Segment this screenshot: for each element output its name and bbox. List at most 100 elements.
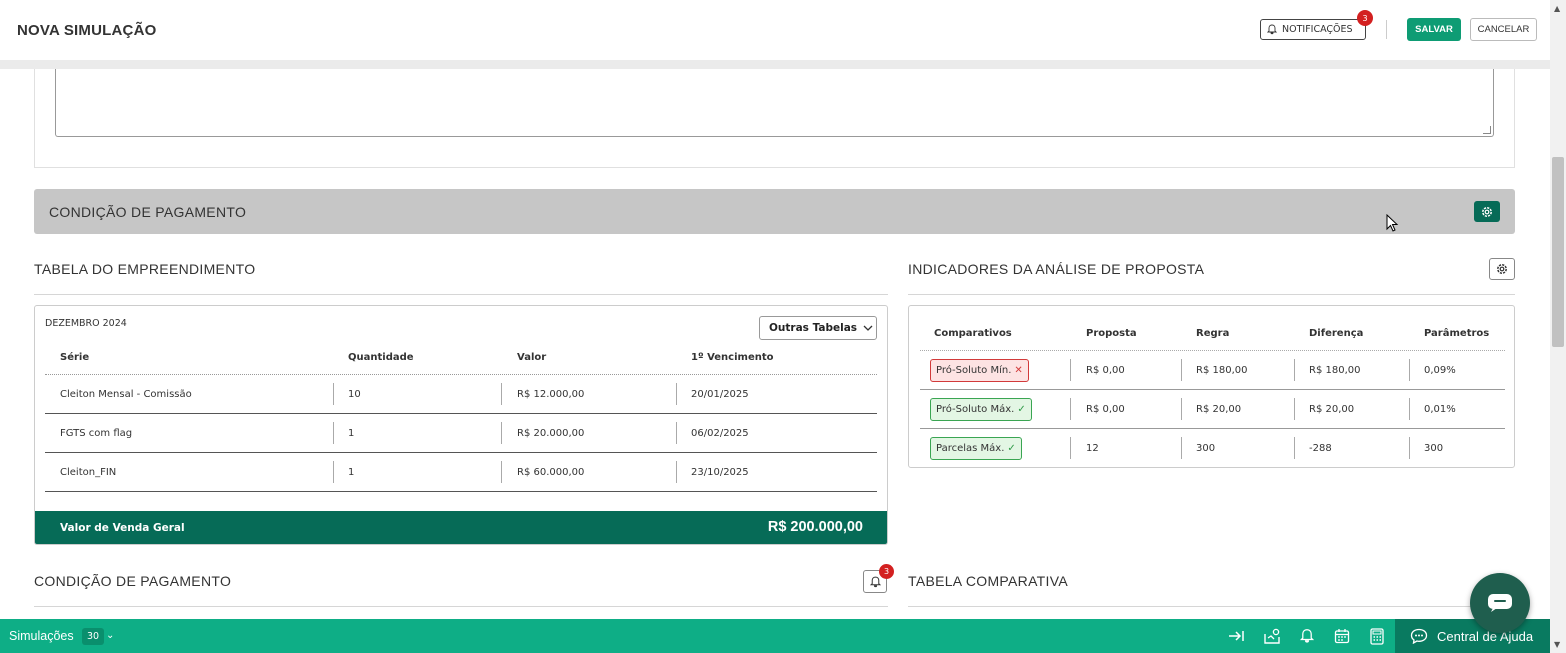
cell-quantidade: 1 [348, 428, 355, 439]
status-badge: Parcelas Máx. ✓ [930, 437, 1022, 460]
chat-button[interactable] [1470, 573, 1530, 633]
other-tables-dropdown[interactable]: Outras Tabelas [759, 316, 877, 340]
table-row[interactable]: Cleiton Mensal - Comissão 10 R$ 12.000,0… [45, 375, 877, 414]
column-header-diferenca: Diferença [1309, 328, 1364, 339]
payment-condition-section-title: CONDIÇÃO DE PAGAMENTO [34, 573, 232, 589]
cell-serie: FGTS com flag [60, 428, 133, 439]
cell-valor: R$ 20.000,00 [517, 428, 585, 439]
cell-regra: R$ 20,00 [1196, 404, 1242, 415]
payment-condition-title: CONDIÇÃO DE PAGAMENTO [49, 203, 247, 220]
cell-vencimento: 20/01/2025 [691, 389, 749, 400]
cell-separator [1409, 398, 1410, 420]
gear-icon [1482, 206, 1492, 217]
cell-diferenca: -288 [1309, 443, 1332, 454]
cell-separator [1294, 437, 1295, 459]
bottom-toolbar: Simulações 30 ⌄ Central de Ajuda [0, 619, 1550, 653]
cell-separator [1294, 359, 1295, 381]
cell-proposta: 12 [1086, 443, 1099, 454]
resize-handle-icon[interactable] [1483, 126, 1491, 134]
cell-regra: 300 [1196, 443, 1216, 454]
arrow-to-right-icon[interactable] [1228, 627, 1246, 645]
column-header-vencimento: 1º Vencimento [691, 352, 774, 363]
status-badge: Pró-Soluto Mín. ✕ [930, 359, 1029, 382]
gear-icon [1497, 264, 1507, 274]
column-header-proposta: Proposta [1086, 328, 1137, 339]
payment-alerts-badge: 3 [879, 564, 894, 579]
cell-separator [501, 383, 502, 405]
section-divider [908, 606, 1515, 607]
indicators-settings-button[interactable] [1489, 258, 1515, 280]
status-badge: Pró-Soluto Máx. ✓ [930, 398, 1032, 421]
column-header-parametros: Parâmetros [1424, 328, 1490, 339]
cell-diferenca: R$ 20,00 [1309, 404, 1355, 415]
indicator-label: Pró-Soluto Máx. [936, 404, 1015, 415]
cell-separator [1070, 437, 1071, 459]
other-tables-label: Outras Tabelas [769, 322, 858, 334]
cell-valor: R$ 12.000,00 [517, 389, 585, 400]
cell-separator [1181, 437, 1182, 459]
cell-separator [1070, 398, 1071, 420]
cell-separator [1181, 359, 1182, 381]
save-button[interactable]: SALVAR [1407, 18, 1461, 41]
payment-settings-button[interactable] [1474, 201, 1500, 222]
scroll-down-arrow-icon[interactable]: ▼ [1554, 640, 1560, 649]
bell-icon [869, 576, 881, 587]
indicator-label: Parcelas Máx. [936, 443, 1005, 454]
column-header-quantidade: Quantidade [348, 352, 414, 363]
indicator-row: Pró-Soluto Máx. ✓ R$ 0,00 R$ 20,00 R$ 20… [920, 390, 1505, 429]
comparison-table-title: TABELA COMPARATIVA [908, 573, 1068, 589]
table-month: DEZEMBRO 2024 [45, 318, 127, 329]
bell-icon [1267, 24, 1277, 35]
notifications-button[interactable]: NOTIFICAÇÕES 3 [1260, 10, 1373, 40]
cell-separator [1409, 359, 1410, 381]
cell-vencimento: 06/02/2025 [691, 428, 749, 439]
cell-separator [1181, 398, 1182, 420]
cell-separator [501, 461, 502, 483]
simulations-label[interactable]: Simulações [9, 629, 74, 643]
check-icon: ✓ [1007, 443, 1016, 454]
scroll-up-arrow-icon[interactable]: ▲ [1554, 4, 1560, 13]
chevron-down-icon[interactable]: ⌄ [106, 630, 114, 641]
cell-vencimento: 23/10/2025 [691, 467, 749, 478]
table-row[interactable]: FGTS com flag 1 R$ 20.000,00 06/02/2025 [45, 414, 877, 453]
cell-proposta: R$ 0,00 [1086, 365, 1125, 376]
cell-separator [1294, 398, 1295, 420]
payment-condition-header: CONDIÇÃO DE PAGAMENTO [34, 189, 1515, 234]
cell-parametros: 300 [1424, 443, 1444, 454]
cell-quantidade: 10 [348, 389, 361, 400]
cell-valor: R$ 60.000,00 [517, 467, 585, 478]
cell-separator [676, 422, 677, 444]
cell-serie: Cleiton Mensal - Comissão [60, 389, 192, 400]
header-shadow [0, 60, 1550, 69]
simulations-count-badge: 30 [82, 628, 105, 645]
cell-parametros: 0,01% [1424, 404, 1456, 415]
table-row[interactable]: Cleiton_FIN 1 R$ 60.000,00 23/10/2025 [45, 453, 877, 492]
mouse-cursor-icon [1386, 214, 1399, 232]
close-icon: ✕ [1014, 365, 1023, 376]
help-center-button[interactable]: Central de Ajuda [1395, 619, 1550, 653]
cell-separator [676, 383, 677, 405]
section-divider [34, 606, 888, 607]
scrollbar-thumb[interactable] [1552, 157, 1564, 347]
cancel-button[interactable]: CANCELAR [1470, 18, 1537, 41]
column-header-regra: Regra [1196, 328, 1230, 339]
total-sale-bar: Valor de Venda Geral R$ 200.000,00 [35, 511, 887, 544]
cell-separator [333, 383, 334, 405]
column-header-valor: Valor [517, 352, 547, 363]
chat-icon [1410, 627, 1428, 645]
cell-regra: R$ 180,00 [1196, 365, 1248, 376]
development-table-title: TABELA DO EMPREENDIMENTO [34, 261, 256, 277]
bell-icon[interactable] [1298, 627, 1316, 645]
calculator-icon[interactable] [1368, 627, 1386, 645]
notifications-count-badge: 3 [1357, 10, 1373, 26]
help-center-label: Central de Ajuda [1437, 629, 1534, 644]
indicators-card: Comparativos Proposta Regra Diferença Pa… [908, 305, 1515, 468]
cell-parametros: 0,09% [1424, 365, 1456, 376]
map-marker-icon[interactable] [1263, 627, 1281, 645]
app-header: NOVA SIMULAÇÃO NOTIFICAÇÕES 3 SALVAR CAN… [0, 0, 1550, 60]
notifications-label: NOTIFICAÇÕES [1282, 24, 1353, 35]
cell-separator [333, 461, 334, 483]
calendar-icon[interactable] [1333, 627, 1351, 645]
page-title: NOVA SIMULAÇÃO [17, 21, 157, 39]
development-table-card: DEZEMBRO 2024 Outras Tabelas Série Quant… [34, 305, 888, 545]
